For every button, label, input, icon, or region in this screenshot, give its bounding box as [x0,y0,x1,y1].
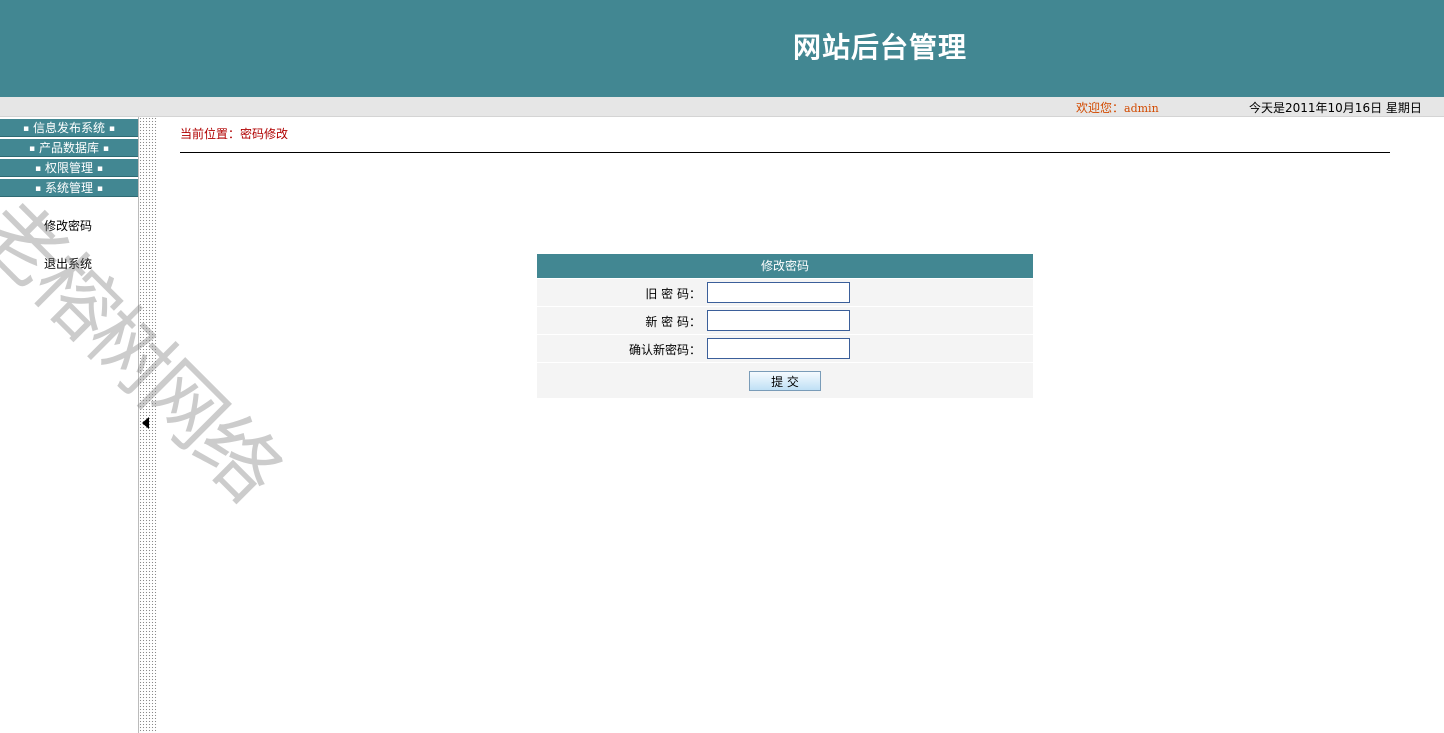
bullet-icon: ▪ [35,164,42,174]
old-password-label: 旧 密 码： [645,287,701,301]
form-row-confirm-password: 确认新密码： [537,335,1033,363]
bullet-icon: ▪ [102,144,109,154]
form-row-new-password: 新 密 码： [537,307,1033,335]
old-password-input[interactable] [707,282,850,303]
confirm-password-input[interactable] [707,338,850,359]
new-password-input[interactable] [707,310,850,331]
form-footer: 提 交 [537,363,1033,398]
confirm-password-label: 确认新密码： [628,343,701,357]
form-row-old-password: 旧 密 码： [537,279,1033,307]
bullet-icon: ▪ [29,144,36,154]
header-banner: 网站后台管理 [0,0,1444,97]
breadcrumb: 当前位置：密码修改 [180,127,289,141]
sidebar-menu-product-db[interactable]: ▪ 产品数据库 ▪ [0,139,138,157]
sidebar-menu-info-publish[interactable]: ▪ 信息发布系统 ▪ [0,119,138,137]
bullet-icon: ▪ [96,164,103,174]
sidebar-menu-system[interactable]: ▪ 系统管理 ▪ [0,179,138,197]
status-bar: 欢迎您：admin 今天是2011年10月16日 星期日 [0,97,1444,117]
sidebar-menu-label: 信息发布系统 [32,121,105,135]
date-display: 今天是2011年10月16日 星期日 [1249,101,1422,115]
divider [180,152,1390,153]
form-title: 修改密码 [537,254,1033,279]
sidebar-menu-permissions[interactable]: ▪ 权限管理 ▪ [0,159,138,177]
sidebar-menu-label: 权限管理 [44,161,93,175]
sidebar-menu-label: 产品数据库 [38,141,99,155]
welcome-label: 欢迎您： [1076,101,1125,115]
collapse-arrow-icon[interactable] [142,417,149,429]
current-user: admin [1124,102,1159,115]
submit-button[interactable]: 提 交 [749,371,821,391]
bullet-icon: ▪ [108,124,115,134]
bullet-icon: ▪ [23,124,30,134]
new-password-label: 新 密 码： [645,315,701,329]
sidebar-menu-label: 系统管理 [44,181,93,195]
bullet-icon: ▪ [96,184,103,194]
site-title: 网站后台管理 [793,31,968,64]
change-password-form: 修改密码 旧 密 码： 新 密 码： 确认新密码： 提 交 [537,254,1033,398]
sidebar: ▪ 信息发布系统 ▪ ▪ 产品数据库 ▪ ▪ 权限管理 ▪ ▪ 系统管理 ▪ 修… [0,117,138,733]
logout-link[interactable]: 退出系统 [0,255,136,272]
bullet-icon: ▪ [35,184,42,194]
welcome-text: 欢迎您：admin [1076,99,1159,116]
sidebar-splitter[interactable] [138,117,157,733]
change-password-link[interactable]: 修改密码 [0,217,136,234]
